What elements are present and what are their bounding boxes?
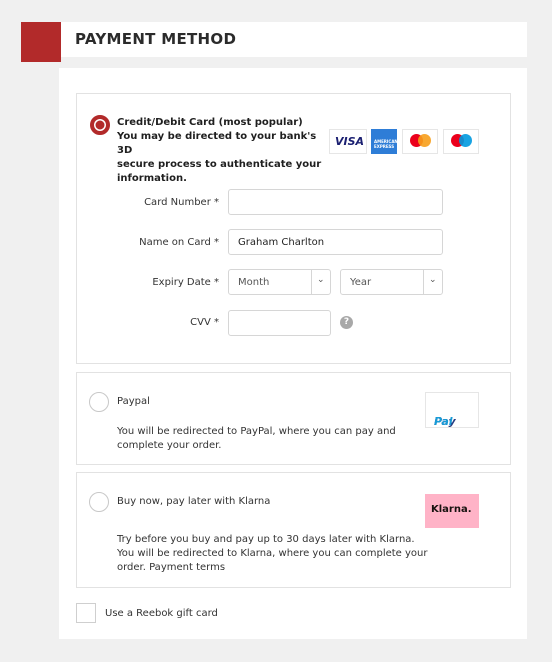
credit-title-line-2: You may be directed to your bank's 3D [117,131,317,156]
expiry-year-select[interactable]: Year ⌄ [340,269,443,295]
credit-title-line-1: Credit/Debit Card (most popular) [117,117,303,128]
klarna-title: Buy now, pay later with Klarna [117,496,271,507]
klarna-desc-line-1: Try before you buy and pay up to 30 days… [117,534,415,545]
year-select-divider [423,270,424,294]
paypal-logo: Pay Pal [425,392,479,428]
expiry-month-select[interactable]: Month ⌄ [228,269,331,295]
help-icon[interactable]: ? [340,316,353,329]
paypal-logo-pal: Pal [434,415,453,428]
card-number-label: Card Number * [144,197,219,208]
gift-card-checkbox[interactable] [76,603,96,623]
paypal-title: Paypal [117,396,150,407]
chevron-down-icon: ⌄ [317,275,325,285]
expiry-date-label: Expiry Date * [152,277,219,288]
expiry-month-value: Month [238,277,270,288]
gift-card-label: Use a Reebok gift card [105,608,218,619]
accent-block [21,22,61,62]
credit-card-radio[interactable] [90,115,110,135]
card-number-input[interactable] [228,189,443,215]
expiry-year-value: Year [350,277,372,288]
paypal-desc-line-2: complete your order. [117,440,222,451]
month-select-divider [311,270,312,294]
klarna-logo: Klarna. [425,494,479,528]
paypal-radio[interactable] [89,392,109,412]
paypal-description: You will be redirected to PayPal, where … [117,425,396,453]
cvv-input[interactable] [228,310,331,336]
credit-card-title: Credit/Debit Card (most popular) You may… [117,116,327,186]
cvv-label: CVV * [190,317,219,328]
mastercard-orange-circle [418,134,431,147]
klarna-desc-line-3: order. Payment terms [117,562,226,573]
name-on-card-label: Name on Card * [139,237,219,248]
maestro-logo [443,129,479,154]
visa-logo-text: VISA [335,135,365,148]
name-on-card-value: Graham Charlton [238,237,325,248]
klarna-radio[interactable] [89,492,109,512]
chevron-down-icon: ⌄ [429,275,437,285]
amex-logo: AMERICAN EXPRESS [371,129,398,154]
klarna-logo-text: Klarna. [431,504,472,515]
name-on-card-input[interactable]: Graham Charlton [228,229,443,255]
maestro-blue-circle [459,134,472,147]
amex-logo-text: AMERICAN EXPRESS [374,139,398,149]
credit-title-line-3: secure process to authenticate your [117,159,322,170]
mastercard-logo [402,129,438,154]
klarna-desc-line-2: You will be redirected to Klarna, where … [117,548,428,559]
klarna-description: Try before you buy and pay up to 30 days… [117,533,428,575]
credit-title-line-4: information. [117,173,187,184]
paypal-desc-line-1: You will be redirected to PayPal, where … [117,426,396,437]
visa-logo: VISA [329,129,367,154]
page-title: PAYMENT METHOD [75,30,237,48]
